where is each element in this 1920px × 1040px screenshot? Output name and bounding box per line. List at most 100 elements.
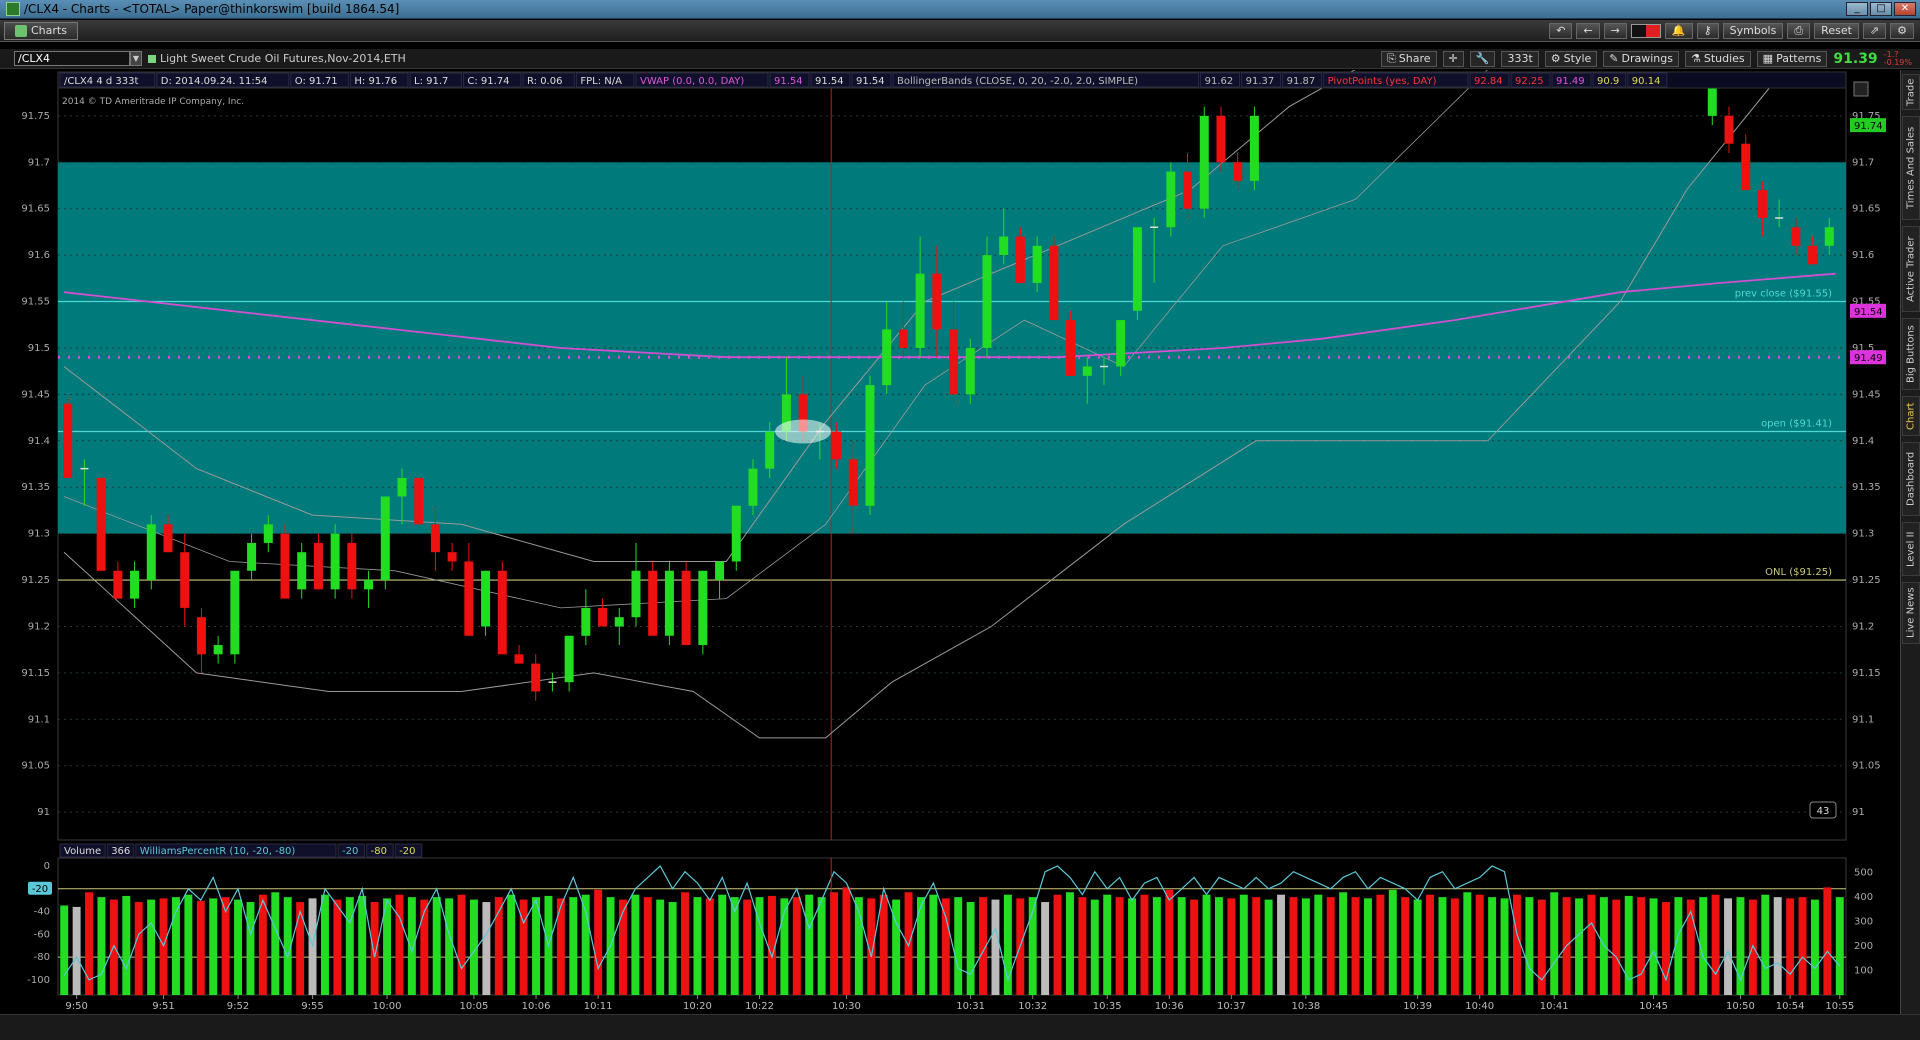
candle-body [514, 654, 524, 664]
side-tab-trade[interactable]: Trade [1902, 74, 1920, 110]
drawings-button[interactable]: ✎ Drawings [1603, 50, 1679, 67]
volume-tick-label: 500 [1854, 868, 1873, 879]
x-tick-label: 10:06 [522, 1001, 551, 1012]
candle-body [1049, 245, 1059, 321]
wrench-icon[interactable]: 🔧 [1469, 50, 1496, 67]
aggregation-button[interactable]: 333t [1501, 50, 1539, 67]
x-tick-label: 10:36 [1155, 1001, 1184, 1012]
studies-button[interactable]: ⚗ Studies [1684, 50, 1751, 67]
chevron-down-icon[interactable]: ▼ [130, 51, 142, 66]
candle-body [681, 570, 691, 646]
volume-bar [1413, 899, 1422, 995]
close-icon[interactable]: ✕ [1894, 2, 1916, 16]
candle-body [196, 617, 206, 655]
side-tab-dashboard[interactable]: Dashboard [1902, 442, 1920, 516]
side-tab-chart[interactable]: Chart [1902, 396, 1920, 436]
side-tab-live-news[interactable]: Live News [1902, 582, 1920, 644]
volume-bar [97, 897, 106, 995]
candle-body [698, 570, 708, 646]
volume-bar [1587, 894, 1596, 995]
volume-bar [743, 899, 752, 995]
info-segment: O: 91.71 [295, 76, 338, 87]
volume-bar [1488, 897, 1497, 995]
candle-body [414, 477, 424, 525]
maximize-icon[interactable]: □ [1870, 2, 1892, 16]
volume-bar [1376, 894, 1385, 995]
symbol-description-text: Light Sweet Crude Oil Futures,Nov-2014,E… [160, 52, 406, 65]
side-tab-active-trader[interactable]: Active Trader [1902, 226, 1920, 312]
candle-body [1082, 366, 1092, 376]
volume-bar [1810, 899, 1819, 995]
key-icon[interactable]: ⚷ [1696, 22, 1719, 39]
candle-body [1741, 143, 1751, 191]
link-color-selector[interactable] [1630, 23, 1661, 38]
volume-bar [656, 899, 665, 995]
candle-body [664, 570, 674, 636]
patterns-icon: ▦ [1762, 52, 1774, 65]
info-segment: 92.84 [1474, 76, 1503, 87]
y-tick-label-left: 91.15 [21, 668, 50, 679]
y-tick-label-right: 91 [1852, 807, 1865, 818]
undo-icon[interactable]: ↶ [1549, 22, 1573, 39]
forward-icon[interactable]: → [1603, 22, 1627, 39]
volume-bar [966, 902, 975, 995]
candle-body [1066, 320, 1076, 376]
expand-icon[interactable] [1853, 81, 1869, 97]
back-icon[interactable]: ← [1576, 22, 1600, 39]
volume-bar [420, 899, 429, 995]
volume-bar [991, 899, 1000, 995]
share-button[interactable]: ⎘ Share [1380, 50, 1437, 67]
candle-body [113, 570, 123, 599]
candle-body [297, 552, 307, 590]
x-tick-label: 10:41 [1540, 1001, 1569, 1012]
reset-button[interactable]: Reset [1814, 22, 1859, 39]
y-tick-label-right: 91.45 [1852, 389, 1881, 400]
print-icon[interactable]: ⎙ [1787, 22, 1811, 39]
volume-bar [1711, 894, 1720, 995]
detach-icon[interactable]: ⇗ [1862, 22, 1887, 39]
price-badge-label: 91.49 [1854, 353, 1883, 364]
settings-icon[interactable]: ⚙ [1890, 22, 1914, 39]
volume-bar [109, 899, 118, 995]
volume-bar [1152, 897, 1161, 995]
info-segment: 90.14 [1632, 76, 1661, 87]
candle-body [1249, 115, 1259, 181]
candle-body [430, 524, 440, 553]
volume-bar [1115, 897, 1124, 995]
candle-body [263, 524, 273, 543]
side-tab-level-ii[interactable]: Level II [1902, 522, 1920, 576]
symbols-button[interactable]: Symbols [1722, 22, 1784, 39]
symbol-input[interactable]: /CLX4 [14, 51, 130, 66]
candle-body [330, 533, 340, 590]
volume-label: WilliamsPercentR (10, -20, -80) [140, 846, 296, 857]
side-tab-big-buttons[interactable]: Big Buttons [1902, 318, 1920, 390]
info-segment: H: 91.76 [354, 76, 397, 87]
volume-bar [693, 897, 702, 995]
volume-bar [668, 902, 677, 995]
x-tick-label: 10:55 [1825, 1001, 1854, 1012]
y-tick-label-right: 91.15 [1852, 668, 1881, 679]
crosshair-icon[interactable]: ✛ [1442, 50, 1464, 67]
volume-bar [358, 895, 367, 995]
x-tick-label: 10:05 [460, 1001, 489, 1012]
alert-bell-icon[interactable]: 🔔 [1664, 22, 1693, 39]
style-button[interactable]: ⚙ Style [1544, 50, 1598, 67]
side-tab-times-and-sales[interactable]: Times And Sales [1902, 116, 1920, 220]
tab-charts[interactable]: Charts [4, 21, 78, 40]
candle-body [464, 561, 474, 636]
candle-body [932, 273, 942, 330]
candle-body [280, 533, 290, 599]
patterns-button[interactable]: ▦ Patterns [1756, 50, 1828, 67]
chart-area[interactable]: 91 91 91.05 91.05 91.1 91.1 91.15 91.15 91.2 91.2… [0, 70, 1900, 1014]
minimize-icon[interactable]: _ [1846, 2, 1868, 16]
volume-bar [445, 898, 454, 995]
bar-count-label: 43 [1817, 806, 1830, 817]
candle-body [1015, 236, 1025, 283]
candle-body [1808, 245, 1818, 265]
volume-bar [1835, 897, 1844, 995]
volume-bar [594, 889, 603, 995]
candle-body [832, 431, 842, 460]
y-tick-label-left: 91.5 [28, 343, 50, 354]
volume-bar [1686, 899, 1695, 995]
pencil-icon: ✎ [1609, 52, 1619, 65]
